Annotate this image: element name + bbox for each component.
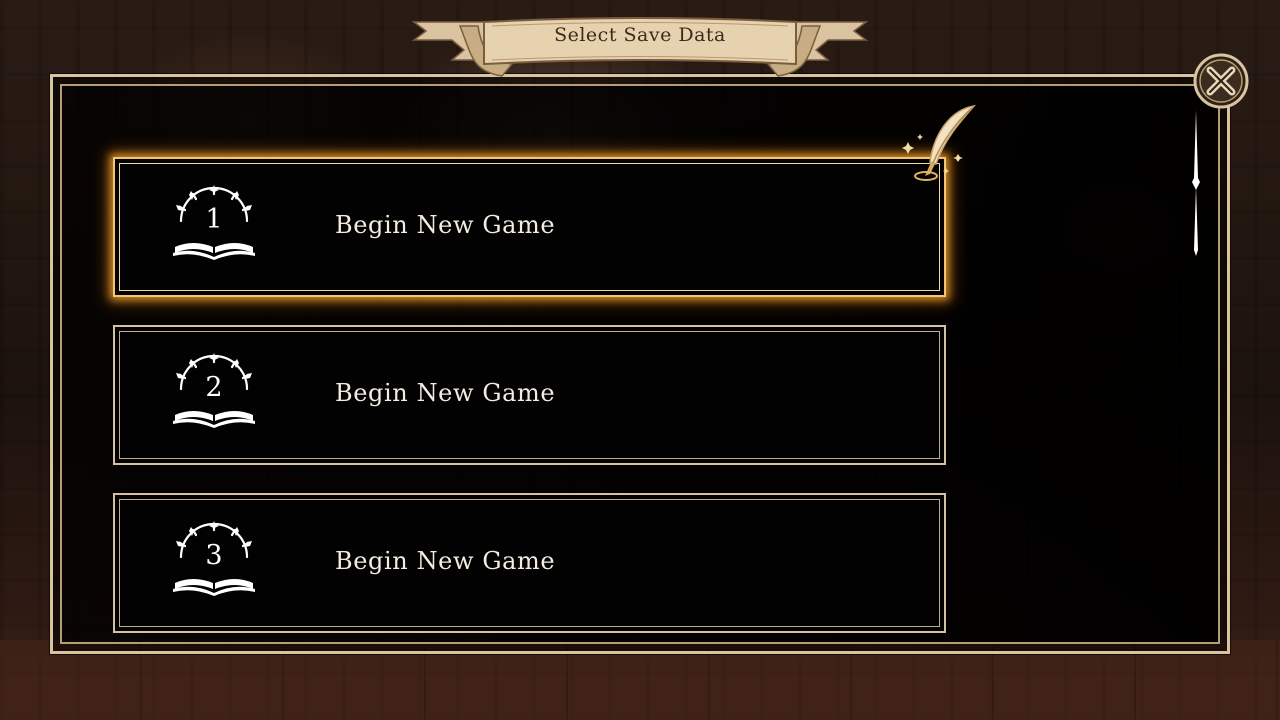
slot-number: 3 (205, 540, 223, 571)
slot-label: Begin New Game (335, 379, 556, 407)
slot-label: Begin New Game (335, 211, 556, 239)
slot-label: Begin New Game (335, 547, 556, 575)
scroll-indicator[interactable] (1187, 110, 1205, 256)
slot-number: 1 (205, 204, 223, 235)
quill-icon (902, 104, 976, 181)
page-title: Select Save Data (554, 24, 726, 46)
slot-number: 2 (205, 372, 223, 403)
save-slot-3[interactable]: 3 Begin New Game (113, 493, 946, 633)
save-slot-1[interactable]: 1 Begin New Game (113, 157, 946, 297)
close-button[interactable] (1193, 53, 1249, 109)
save-slot-2[interactable]: 2 Begin New Game (113, 325, 946, 465)
